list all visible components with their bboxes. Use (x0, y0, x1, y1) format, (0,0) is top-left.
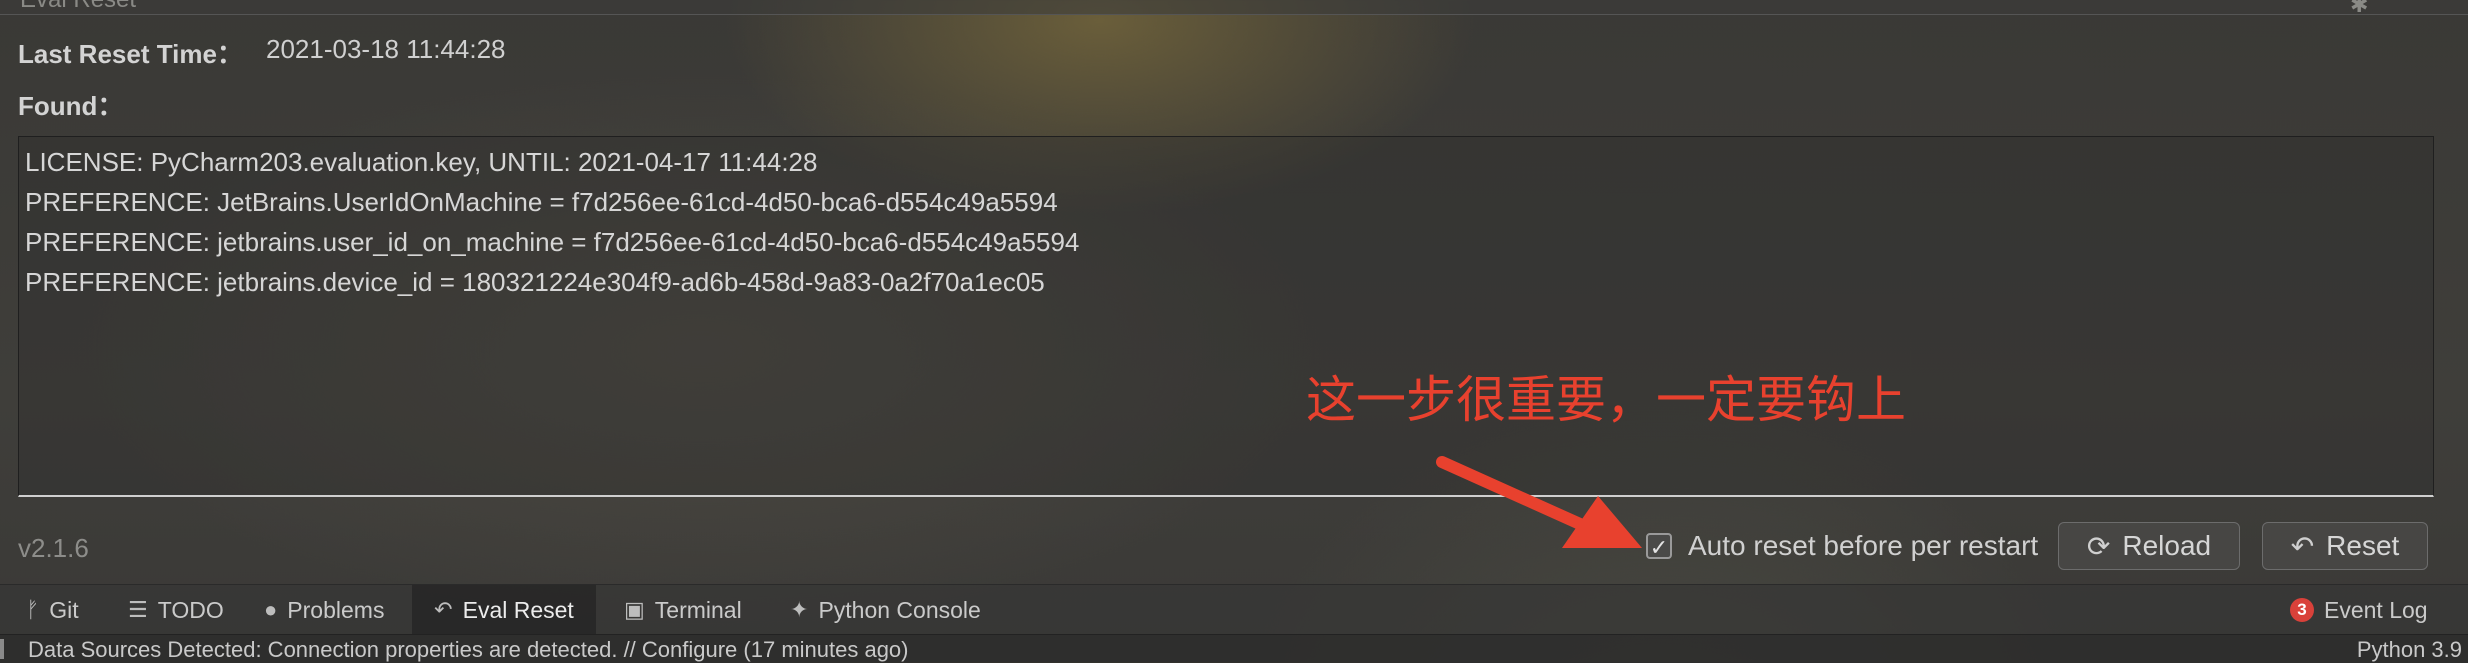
gear-icon[interactable]: ✱ (2350, 0, 2372, 17)
git-branch-icon: ᚠ (26, 597, 40, 622)
auto-reset-label[interactable]: Auto reset before per restart (1688, 530, 2038, 562)
event-count-badge: 3 (2290, 598, 2314, 622)
terminal-icon: ▣ (624, 597, 645, 622)
last-reset-value: 2021-03-18 11:44:28 (266, 34, 506, 64)
undo-icon: ↶ (434, 597, 453, 622)
interpreter-label[interactable]: Python 3.9 (2357, 637, 2462, 663)
tab-todo[interactable]: ☰ TODO (128, 585, 224, 635)
reload-label: Reload (2122, 530, 2212, 561)
refresh-icon: ⟳ (2086, 530, 2111, 562)
list-item[interactable]: PREFERENCE: jetbrains.device_id = 180321… (25, 267, 1045, 298)
panel-header: Eval Reset ✱ (0, 0, 2468, 17)
auto-reset-checkbox[interactable]: ✓ (1646, 533, 1672, 560)
status-indicator (0, 639, 4, 659)
tab-terminal[interactable]: ▣ Terminal (624, 585, 742, 635)
tab-label: Eval Reset (462, 596, 574, 623)
python-icon: ✦ (790, 597, 809, 622)
tab-label: Git (49, 596, 79, 623)
auto-reset-option[interactable]: ✓ Auto reset before per restart (1646, 530, 2038, 562)
annotation-text: 这一步很重要，一定要钩上 (1306, 371, 1906, 429)
tab-label: Python Console (818, 596, 981, 623)
annotation-arrow-icon (1436, 456, 1642, 548)
tab-label: Problems (287, 596, 385, 623)
status-bar: Data Sources Detected: Connection proper… (0, 634, 2468, 663)
last-reset-label: Last Reset Time： (18, 39, 243, 69)
tab-event-log[interactable]: 3 Event Log (2290, 585, 2428, 635)
list-item[interactable]: PREFERENCE: jetbrains.user_id_on_machine… (25, 227, 1079, 258)
tab-problems[interactable]: ● Problems (264, 585, 384, 635)
version-label: v2.1.6 (18, 533, 89, 563)
list-item[interactable]: PREFERENCE: JetBrains.UserIdOnMachine = … (25, 187, 1058, 218)
list-icon: ☰ (128, 597, 148, 622)
tab-python-console[interactable]: ✦ Python Console (790, 585, 981, 635)
panel-title: Eval Reset (20, 0, 136, 14)
tool-window-bar: ᚠ Git ☰ TODO ● Problems ↶ Eval Reset ▣ T… (0, 584, 2468, 635)
event-log-label: Event Log (2324, 596, 2428, 623)
undo-icon: ↶ (2290, 530, 2315, 562)
tab-eval-reset[interactable]: ↶ Eval Reset (412, 585, 596, 635)
tab-label: Terminal (654, 596, 742, 623)
reset-label: Reset (2326, 530, 2400, 561)
tab-label: TODO (157, 596, 224, 623)
info-icon: ● (264, 597, 278, 622)
found-label: Found： (18, 91, 124, 121)
tab-git[interactable]: ᚠ Git (26, 585, 79, 635)
list-item[interactable]: LICENSE: PyCharm203.evaluation.key, UNTI… (25, 147, 817, 178)
status-message[interactable]: Data Sources Detected: Connection proper… (28, 637, 909, 663)
reset-button[interactable]: ↶ Reset (2262, 522, 2428, 570)
found-list[interactable]: LICENSE: PyCharm203.evaluation.key, UNTI… (18, 136, 2434, 497)
reload-button[interactable]: ⟳ Reload (2058, 522, 2240, 570)
